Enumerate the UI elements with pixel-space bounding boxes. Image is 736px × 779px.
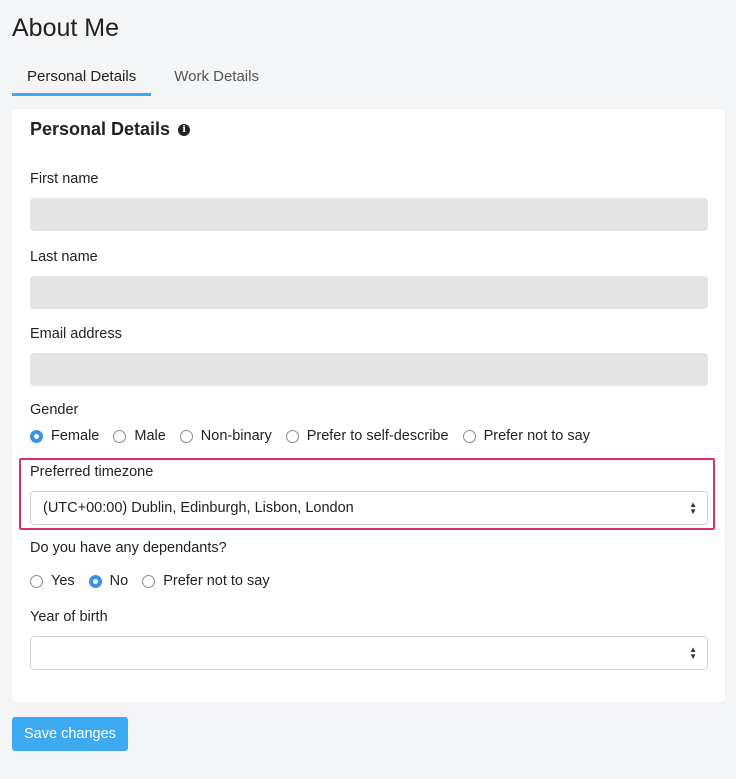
gender-option-female[interactable]: Female	[30, 428, 99, 444]
radio-male[interactable]	[113, 429, 127, 443]
card-title-text: Personal Details	[30, 119, 171, 139]
gender-label: Gender	[30, 402, 79, 418]
info-icon[interactable]: i	[178, 123, 191, 136]
dependants-option-yes[interactable]: Yes	[30, 573, 75, 589]
page-title: About Me	[12, 14, 120, 42]
select-arrows-icon: ▲ ▼	[689, 500, 697, 516]
gender-option-label: Female	[51, 428, 100, 444]
gender-radio-group: Female Male Non-binary Prefer to self-de…	[30, 428, 604, 444]
last-name-field[interactable]	[30, 276, 708, 309]
gender-option-label: Non-binary	[200, 428, 272, 444]
radio-female[interactable]	[30, 429, 43, 443]
gender-option-self-describe[interactable]: Prefer to self-describe	[285, 428, 449, 444]
timezone-value: (UTC+00:00) Dublin, Edinburgh, Lisbon, L…	[43, 500, 354, 516]
year-of-birth-select[interactable]: ▲ ▼	[30, 636, 708, 670]
gender-option-label: Male	[134, 428, 166, 444]
gender-option-male[interactable]: Male	[113, 428, 166, 444]
dependants-option-label: No	[109, 573, 129, 589]
select-arrows-icon: ▲ ▼	[689, 645, 697, 661]
radio-self-describe[interactable]	[285, 429, 299, 443]
email-field[interactable]	[30, 353, 708, 386]
gender-option-non-binary[interactable]: Non-binary	[179, 428, 272, 444]
tab-personal-details[interactable]: Personal Details	[12, 60, 152, 96]
gender-option-prefer-not[interactable]: Prefer not to say	[462, 428, 590, 444]
gender-option-label: Prefer to self-describe	[306, 428, 449, 444]
radio-yes[interactable]	[30, 574, 43, 588]
gender-option-label: Prefer not to say	[483, 428, 590, 444]
dependants-option-no[interactable]: No	[88, 573, 129, 589]
tab-work-details[interactable]: Work Details	[159, 60, 274, 93]
first-name-label: First name	[30, 171, 99, 187]
dependants-option-prefer-not[interactable]: Prefer not to say	[142, 573, 270, 589]
save-button[interactable]: Save changes	[12, 717, 128, 751]
radio-no[interactable]	[88, 574, 102, 588]
dependants-radio-group: Yes No Prefer not to say	[30, 573, 284, 589]
radio-non-binary[interactable]	[179, 429, 193, 443]
radio-gender-prefer-not[interactable]	[462, 429, 476, 443]
timezone-label: Preferred timezone	[30, 464, 154, 480]
first-name-field[interactable]	[30, 198, 708, 231]
tab-bar: Personal Details Work Details	[12, 60, 274, 96]
last-name-label: Last name	[30, 249, 98, 265]
dependants-label: Do you have any dependants?	[30, 540, 227, 556]
email-label: Email address	[30, 326, 122, 342]
personal-details-card: Personal Details i First name Last name …	[12, 109, 725, 702]
radio-dependants-prefer-not[interactable]	[142, 574, 156, 588]
dependants-option-label: Yes	[51, 573, 75, 589]
dependants-option-label: Prefer not to say	[163, 573, 270, 589]
year-of-birth-label: Year of birth	[30, 609, 108, 625]
timezone-select[interactable]: (UTC+00:00) Dublin, Edinburgh, Lisbon, L…	[30, 491, 708, 525]
card-title: Personal Details i	[30, 119, 191, 140]
